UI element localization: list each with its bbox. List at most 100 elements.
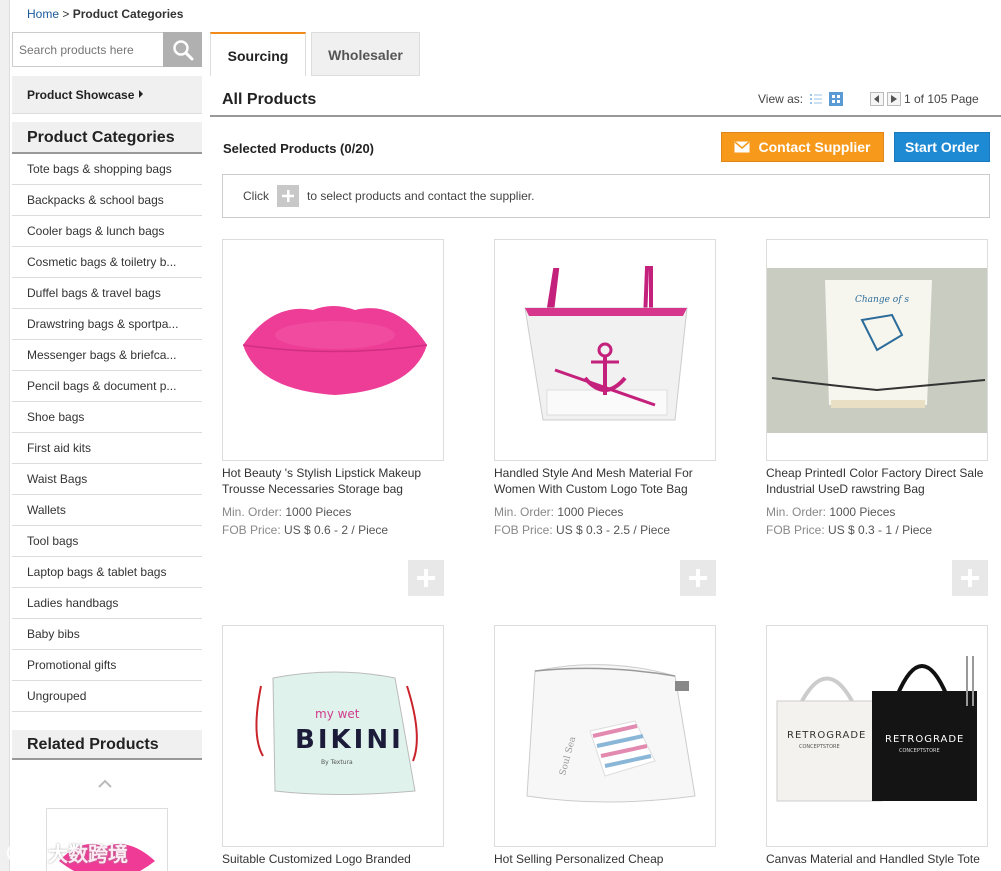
product-title[interactable]: Hot Beauty 's Stylish Lipstick Makeup Tr… [222, 465, 450, 497]
fob-label: FOB Price: [222, 523, 281, 537]
grid-view-icon[interactable] [829, 92, 844, 106]
min-order-label: Min. Order: [766, 505, 827, 519]
selected-products-count: Selected Products (0/20) [223, 141, 374, 156]
product-title[interactable]: Suitable Customized Logo Branded [222, 851, 450, 867]
selection-hint: Click to select products and contact the… [222, 174, 990, 218]
category-item[interactable]: Messenger bags & briefca... [12, 340, 202, 371]
category-item[interactable]: Promotional gifts [12, 650, 202, 681]
product-title[interactable]: Hot Selling Personalized Cheap [494, 851, 722, 867]
product-showcase-label: Product Showcase [27, 88, 135, 102]
product-image[interactable]: my wet BIKINI By Textura [222, 625, 444, 847]
watermark-logo: 大数跨境 [4, 838, 128, 867]
related-products-heading: Related Products [12, 730, 202, 760]
white-drawstring-bag-image: Soul Sea [526, 664, 696, 803]
search-bar [12, 32, 202, 67]
plus-icon [689, 569, 707, 587]
add-to-inquiry-button[interactable] [408, 560, 444, 596]
search-icon [172, 39, 193, 60]
category-item[interactable]: Backpacks & school bags [12, 185, 202, 216]
category-item[interactable]: Waist Bags [12, 464, 202, 495]
chevron-up-icon[interactable] [98, 778, 112, 788]
fob-label: FOB Price: [494, 523, 553, 537]
min-order-value: 1000 Pieces [285, 505, 352, 519]
category-item[interactable]: Pencil bags & document p... [12, 371, 202, 402]
fob-value: US $ 0.6 - 2 / Piece [284, 523, 389, 537]
plus-icon [277, 185, 299, 207]
product-image[interactable] [222, 239, 444, 461]
svg-text:Change of s: Change of s [855, 295, 909, 305]
category-item[interactable]: Ladies handbags [12, 588, 202, 619]
drawstring-bag-image: Change of s [767, 268, 987, 433]
category-item[interactable]: Laptop bags & tablet bags [12, 557, 202, 588]
product-image[interactable] [494, 239, 716, 461]
category-item[interactable]: Tool bags [12, 526, 202, 557]
fob-value: US $ 0.3 - 1 / Piece [828, 523, 933, 537]
image-text: RETROGRADE [787, 730, 866, 741]
product-min-order: Min. Order: 1000 Pieces [766, 505, 895, 519]
category-item[interactable]: Drawstring bags & sportpa... [12, 309, 202, 340]
image-text: BIKINI [295, 725, 404, 755]
image-text: RETROGRADE [885, 734, 964, 745]
start-order-button[interactable]: Start Order [894, 132, 990, 162]
caret-left-icon [874, 95, 879, 103]
category-item[interactable]: First aid kits [12, 433, 202, 464]
image-text: CONCEPTSTORE [799, 744, 840, 750]
category-item[interactable]: Tote bags & shopping bags [12, 154, 202, 185]
product-showcase-link[interactable]: Product Showcase [12, 76, 202, 114]
caret-right-icon [139, 90, 144, 98]
product-title[interactable]: Handled Style And Mesh Material For Wome… [494, 465, 722, 497]
product-image[interactable]: Soul Sea [494, 625, 716, 847]
category-item[interactable]: Cooler bags & lunch bags [12, 216, 202, 247]
contact-supplier-label: Contact Supplier [758, 139, 871, 155]
mesh-tote-bag-image [524, 266, 688, 421]
prev-page-button[interactable] [870, 92, 884, 106]
watermark-text: 大数跨境 [48, 844, 128, 866]
search-input[interactable] [12, 32, 163, 67]
image-text: my wet [315, 707, 360, 721]
add-to-inquiry-button[interactable] [952, 560, 988, 596]
search-button[interactable] [163, 32, 202, 67]
image-text: CONCEPTSTORE [899, 748, 940, 754]
breadcrumb: Home > Product Categories [27, 7, 183, 21]
product-min-order: Min. Order: 1000 Pieces [494, 505, 623, 519]
product-image[interactable]: Change of s [766, 239, 988, 461]
image-text: By Textura [321, 759, 353, 766]
bikini-drawstring-bag-image: my wet BIKINI By Textura [255, 671, 418, 795]
product-fob-price: FOB Price: US $ 0.3 - 2.5 / Piece [494, 523, 670, 537]
hint-text: to select products and contact the suppl… [307, 189, 535, 203]
fob-label: FOB Price: [766, 523, 825, 537]
window-edge [0, 0, 10, 871]
plus-icon [961, 569, 979, 587]
tab-wholesaler[interactable]: Wholesaler [311, 32, 420, 76]
category-item[interactable]: Ungrouped [12, 681, 202, 712]
page-title: All Products [222, 91, 317, 108]
product-fob-price: FOB Price: US $ 0.3 - 1 / Piece [766, 523, 932, 537]
category-item[interactable]: Shoe bags [12, 402, 202, 433]
next-page-button[interactable] [887, 92, 901, 106]
product-title[interactable]: Canvas Material and Handled Style Tote [766, 851, 994, 867]
breadcrumb-home-link[interactable]: Home [27, 7, 59, 21]
min-order-label: Min. Order: [494, 505, 555, 519]
add-to-inquiry-button[interactable] [680, 560, 716, 596]
view-switcher: View as: [758, 92, 844, 106]
contact-supplier-button[interactable]: Contact Supplier [721, 132, 884, 162]
category-item[interactable]: Cosmetic bags & toiletry b... [12, 247, 202, 278]
breadcrumb-separator: > [62, 7, 70, 21]
watermark-icon [6, 843, 40, 862]
min-order-label: Min. Order: [222, 505, 283, 519]
fob-value: US $ 0.3 - 2.5 / Piece [556, 523, 671, 537]
category-item[interactable]: Baby bibs [12, 619, 202, 650]
product-title[interactable]: Cheap PrintedI Color Factory Direct Sale… [766, 465, 994, 497]
list-view-icon[interactable] [809, 92, 823, 106]
categories-heading: Product Categories [12, 122, 202, 154]
product-min-order: Min. Order: 1000 Pieces [222, 505, 351, 519]
product-image[interactable]: RETROGRADE CONCEPTSTORE RETROGRADE CONCE… [766, 625, 988, 847]
canvas-tote-bags-image: RETROGRADE CONCEPTSTORE RETROGRADE CONCE… [776, 656, 977, 802]
caret-right-icon [891, 95, 897, 103]
page-indicator: 1 of 105 Page [904, 92, 979, 106]
header-divider [210, 115, 1001, 117]
category-item[interactable]: Duffel bags & travel bags [12, 278, 202, 309]
envelope-icon [734, 141, 750, 153]
tab-sourcing[interactable]: Sourcing [210, 32, 306, 76]
category-item[interactable]: Wallets [12, 495, 202, 526]
